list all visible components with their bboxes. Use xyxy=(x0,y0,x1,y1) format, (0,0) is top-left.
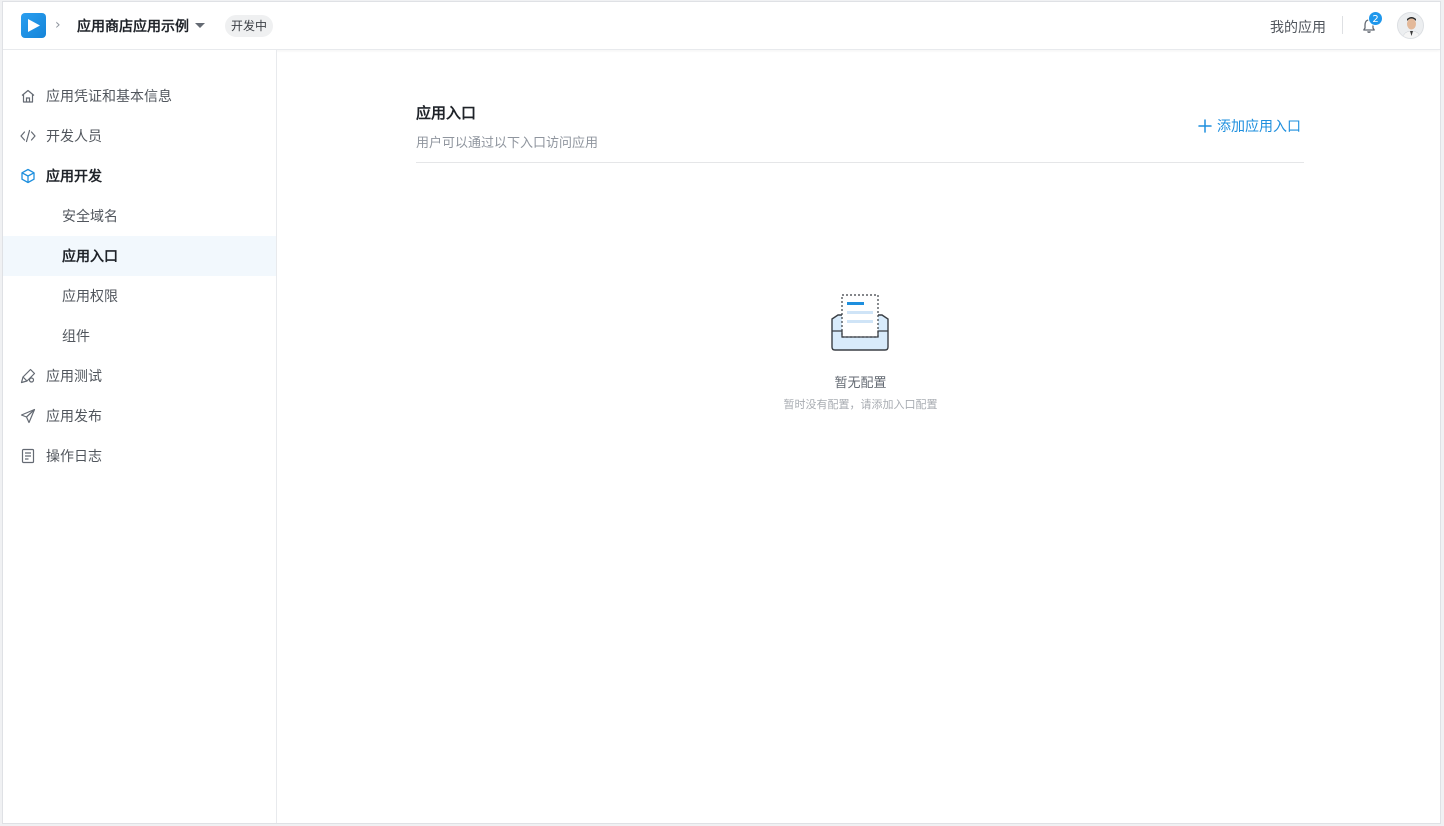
sidebar-item-label: 开发人员 xyxy=(46,129,102,145)
sidebar-item-label: 应用权限 xyxy=(62,289,118,305)
sidebar-item-app-test[interactable]: 应用测试 xyxy=(3,356,276,396)
sidebar-item-app-entry[interactable]: 应用入口 xyxy=(3,236,276,276)
sidebar-item-label: 应用发布 xyxy=(46,409,102,425)
page-description: 用户可以通过以下入口访问应用 xyxy=(416,136,599,151)
sidebar-item-components[interactable]: 组件 xyxy=(3,316,276,356)
my-apps-link[interactable]: 我的应用 xyxy=(1270,17,1326,37)
sidebar-item-credentials[interactable]: 应用凭证和基本信息 xyxy=(3,76,276,116)
sidebar-item-app-dev[interactable]: 应用开发 xyxy=(3,156,276,196)
home-icon xyxy=(21,89,35,103)
sidebar-item-developers[interactable]: 开发人员 xyxy=(3,116,276,156)
notification-count-badge: 2 xyxy=(1368,11,1383,26)
top-bar: › 应用商店应用示例 开发中 我的应用 2 xyxy=(3,2,1440,50)
app-name[interactable]: 应用商店应用示例 xyxy=(77,16,189,36)
page-title: 应用入口 xyxy=(416,104,477,122)
divider xyxy=(1342,16,1343,34)
paper-plane-icon xyxy=(20,408,36,424)
status-badge: 开发中 xyxy=(225,15,274,37)
empty-state-title: 暂无配置 xyxy=(834,376,887,391)
code-icon xyxy=(20,129,36,143)
sidebar-item-label: 应用入口 xyxy=(62,249,118,265)
divider xyxy=(416,162,1304,163)
sidebar: 应用凭证和基本信息 开发人员 应用开发 安全域名 应用入口 应用权限 组件 应用… xyxy=(3,50,277,823)
add-app-entry-button[interactable]: 添加应用入口 xyxy=(1198,116,1301,136)
caret-down-icon[interactable] xyxy=(195,23,205,28)
test-tool-icon xyxy=(20,368,36,384)
sidebar-item-label: 组件 xyxy=(62,329,90,345)
sidebar-item-label: 安全域名 xyxy=(62,209,118,225)
chevron-right-icon: › xyxy=(55,17,61,33)
cube-icon xyxy=(21,168,35,184)
app-window: › 应用商店应用示例 开发中 我的应用 2 应用凭证和基本信息 开发人员 应用开… xyxy=(2,1,1441,824)
sidebar-item-label: 操作日志 xyxy=(46,449,102,465)
add-app-entry-label: 添加应用入口 xyxy=(1217,119,1301,135)
log-icon xyxy=(21,448,35,464)
empty-state-description: 暂时没有配置，请添加入口配置 xyxy=(783,398,938,411)
sidebar-item-label: 应用凭证和基本信息 xyxy=(46,89,172,105)
app-logo-icon[interactable] xyxy=(21,13,46,38)
sidebar-item-label: 应用测试 xyxy=(46,369,102,385)
sidebar-item-app-publish[interactable]: 应用发布 xyxy=(3,396,276,436)
plus-icon xyxy=(1198,119,1212,133)
sidebar-item-safe-domains[interactable]: 安全域名 xyxy=(3,196,276,236)
main-content: 应用入口 用户可以通过以下入口访问应用 添加应用入口 暂无配置 暂时没有配置，请… xyxy=(277,50,1440,823)
sidebar-item-permissions[interactable]: 应用权限 xyxy=(3,276,276,316)
empty-inbox-icon xyxy=(831,294,889,351)
avatar[interactable] xyxy=(1397,12,1424,39)
sidebar-item-operation-log[interactable]: 操作日志 xyxy=(3,436,276,476)
sidebar-item-label: 应用开发 xyxy=(46,169,102,185)
